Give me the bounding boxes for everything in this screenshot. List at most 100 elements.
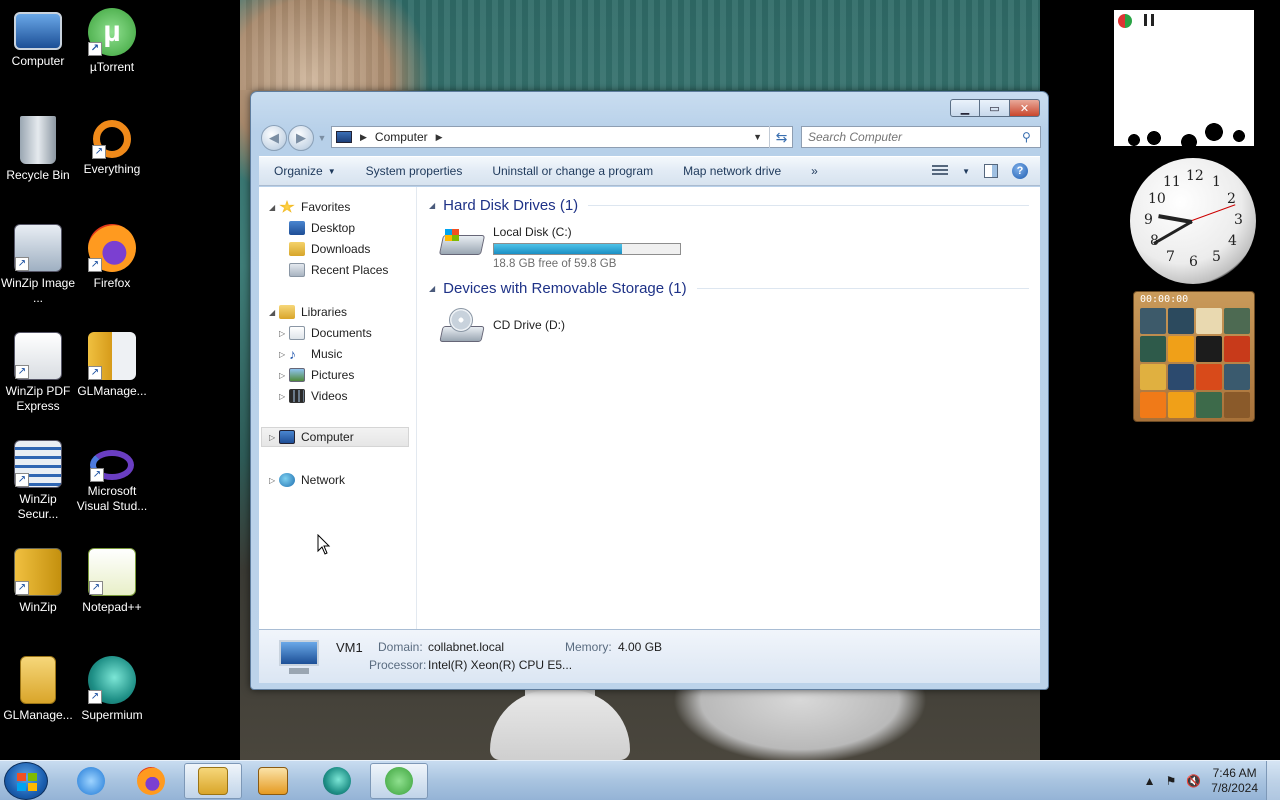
refresh-icon[interactable] <box>1118 14 1132 28</box>
map-network-drive-button[interactable]: Map network drive <box>668 157 796 185</box>
show-desktop-button[interactable] <box>1266 761 1280 800</box>
desktop-icon-notepadpp[interactable]: ↗ Notepad++ <box>74 548 150 615</box>
puzzle-tile[interactable] <box>1196 392 1222 418</box>
expand-triangle-icon[interactable]: ◢ <box>269 203 279 212</box>
file-list[interactable]: ◢ Hard Disk Drives (1) Local Disk (C:) 1… <box>419 187 1040 629</box>
refresh-button[interactable]: ⇆ <box>769 126 793 148</box>
puzzle-tile[interactable] <box>1168 308 1194 334</box>
maximize-button[interactable]: ▭ <box>980 99 1010 117</box>
preview-pane-icon[interactable] <box>984 164 998 178</box>
taskbar-firefox[interactable] <box>122 763 180 799</box>
drive-local-disk-c[interactable]: Local Disk (C:) 18.8 GB free of 59.8 GB <box>438 225 681 270</box>
back-button[interactable]: ◀ <box>261 125 287 151</box>
puzzle-tile[interactable] <box>1196 336 1222 362</box>
address-bar[interactable]: ▶ Computer ▶ ▼ <box>331 126 793 148</box>
desktop-icon-winzip-secure[interactable]: ↗ WinZip Secur... <box>0 440 76 522</box>
system-properties-button[interactable]: System properties <box>351 157 478 185</box>
puzzle-tile[interactable] <box>1168 392 1194 418</box>
taskbar-clock[interactable]: 7:46 AM 7/8/2024 <box>1211 766 1258 796</box>
collapsed-triangle-icon[interactable]: ▷ <box>279 392 289 401</box>
change-view-icon[interactable] <box>932 165 949 177</box>
breadcrumb-separator-icon[interactable]: ▶ <box>436 132 443 143</box>
desktop-icon-everything[interactable]: ↗ Everything <box>74 116 150 177</box>
taskbar-media-player[interactable] <box>244 763 302 799</box>
nav-network[interactable]: ▷ Network <box>269 470 345 490</box>
desktop-icon-glmanager[interactable]: ↗ GLManage... <box>74 332 150 399</box>
desktop-icon-supermium[interactable]: ↗ Supermium <box>74 656 150 723</box>
expand-triangle-icon[interactable]: ◢ <box>269 308 279 317</box>
navigation-pane[interactable]: ◢ Favorites Desktop Downloads Recent Pla… <box>259 187 417 629</box>
search-input[interactable] <box>802 128 1022 146</box>
cpu-meter-gadget[interactable] <box>1114 10 1254 150</box>
pause-icon[interactable] <box>1144 14 1154 26</box>
nav-videos[interactable]: ▷ Videos <box>279 386 347 406</box>
address-history-dropdown[interactable]: ▼ <box>753 132 762 142</box>
nav-recent-places[interactable]: Recent Places <box>289 260 388 280</box>
collapsed-triangle-icon[interactable]: ▷ <box>279 350 289 359</box>
puzzle-tile[interactable] <box>1196 364 1222 390</box>
minimize-button[interactable]: ▁ <box>950 99 980 117</box>
breadcrumb-separator-icon[interactable]: ▶ <box>360 132 367 143</box>
taskbar-supermium[interactable] <box>308 763 366 799</box>
nav-music[interactable]: ▷ ♪ Music <box>279 344 342 364</box>
explorer-window[interactable]: ▁ ▭ ✕ ◀ ▶ ▼ ▶ Computer ▶ ▼ ⇆ ⚲ Organize ▼… <box>250 91 1049 690</box>
puzzle-grid[interactable] <box>1140 308 1250 418</box>
show-hidden-icons-icon[interactable]: ▲ <box>1144 774 1156 788</box>
clock-gadget[interactable]: 12 1 2 3 4 5 6 7 8 9 10 11 <box>1130 158 1256 284</box>
breadcrumb-computer[interactable]: Computer <box>375 130 428 144</box>
recent-pages-button[interactable]: ▼ <box>317 125 327 151</box>
taskbar-windows-explorer[interactable] <box>184 763 242 799</box>
collapsed-triangle-icon[interactable]: ▷ <box>279 371 289 380</box>
taskbar-internet-explorer[interactable] <box>62 763 120 799</box>
collapsed-triangle-icon[interactable]: ▷ <box>269 476 279 485</box>
uninstall-program-button[interactable]: Uninstall or change a program <box>477 157 668 185</box>
forward-button[interactable]: ▶ <box>288 125 314 151</box>
puzzle-tile[interactable] <box>1168 336 1194 362</box>
picture-puzzle-gadget[interactable]: 00:00:00 <box>1133 291 1255 422</box>
collapse-triangle-icon[interactable]: ◢ <box>429 201 435 210</box>
nav-computer[interactable]: ▷ Computer <box>261 427 409 447</box>
puzzle-tile[interactable] <box>1140 336 1166 362</box>
desktop-icon-computer[interactable]: Computer <box>0 8 76 69</box>
puzzle-tile[interactable] <box>1168 364 1194 390</box>
taskbar-utorrent[interactable] <box>370 763 428 799</box>
search-box[interactable]: ⚲ <box>801 126 1041 148</box>
desktop-icon-firefox[interactable]: ↗ Firefox <box>74 224 150 291</box>
desktop-icon-winzip[interactable]: ↗ WinZip <box>0 548 76 615</box>
nav-pictures[interactable]: ▷ Pictures <box>279 365 354 385</box>
nav-favorites[interactable]: ◢ Favorites <box>269 197 350 217</box>
close-button[interactable]: ✕ <box>1010 99 1040 117</box>
nav-libraries[interactable]: ◢ Libraries <box>269 302 347 322</box>
puzzle-tile[interactable] <box>1224 392 1250 418</box>
search-icon[interactable]: ⚲ <box>1022 130 1040 144</box>
nav-desktop[interactable]: Desktop <box>289 218 355 238</box>
chevron-down-icon[interactable]: ▼ <box>962 167 970 176</box>
desktop-icon-winzip-image[interactable]: ↗ WinZip Image ... <box>0 224 76 306</box>
desktop-icon-recycle-bin[interactable]: Recycle Bin <box>0 116 76 183</box>
desktop-icon-utorrent[interactable]: µ ↗ µTorrent <box>74 8 150 75</box>
desktop-icon-winzip-pdf[interactable]: ↗ WinZip PDF Express <box>0 332 76 414</box>
puzzle-tile[interactable] <box>1140 392 1166 418</box>
more-commands-button[interactable]: » <box>796 157 833 185</box>
puzzle-tile[interactable] <box>1224 336 1250 362</box>
desktop-icon-visual-studio[interactable]: ↗ Microsoft Visual Stud... <box>74 440 150 514</box>
organize-button[interactable]: Organize ▼ <box>259 157 351 185</box>
group-header-removable-storage[interactable]: ◢ Devices with Removable Storage (1) <box>429 280 1029 297</box>
collapse-triangle-icon[interactable]: ◢ <box>429 284 435 293</box>
puzzle-tile[interactable] <box>1196 308 1222 334</box>
collapsed-triangle-icon[interactable]: ▷ <box>279 329 289 338</box>
nav-downloads[interactable]: Downloads <box>289 239 370 259</box>
desktop-icon-glmanager-folder[interactable]: GLManage... <box>0 656 76 723</box>
help-icon[interactable]: ? <box>1012 163 1028 179</box>
drive-cd-d[interactable]: CD Drive (D:) <box>439 308 565 344</box>
puzzle-tile[interactable] <box>1140 308 1166 334</box>
puzzle-tile[interactable] <box>1140 364 1166 390</box>
start-button[interactable] <box>4 762 48 800</box>
action-center-icon[interactable]: ⚑ <box>1166 774 1177 788</box>
group-header-hard-disk-drives[interactable]: ◢ Hard Disk Drives (1) <box>429 197 1029 214</box>
volume-muted-icon[interactable]: 🔇 <box>1186 774 1201 788</box>
nav-documents[interactable]: ▷ Documents <box>279 323 372 343</box>
puzzle-tile[interactable] <box>1224 364 1250 390</box>
puzzle-tile[interactable] <box>1224 308 1250 334</box>
collapsed-triangle-icon[interactable]: ▷ <box>269 433 279 442</box>
